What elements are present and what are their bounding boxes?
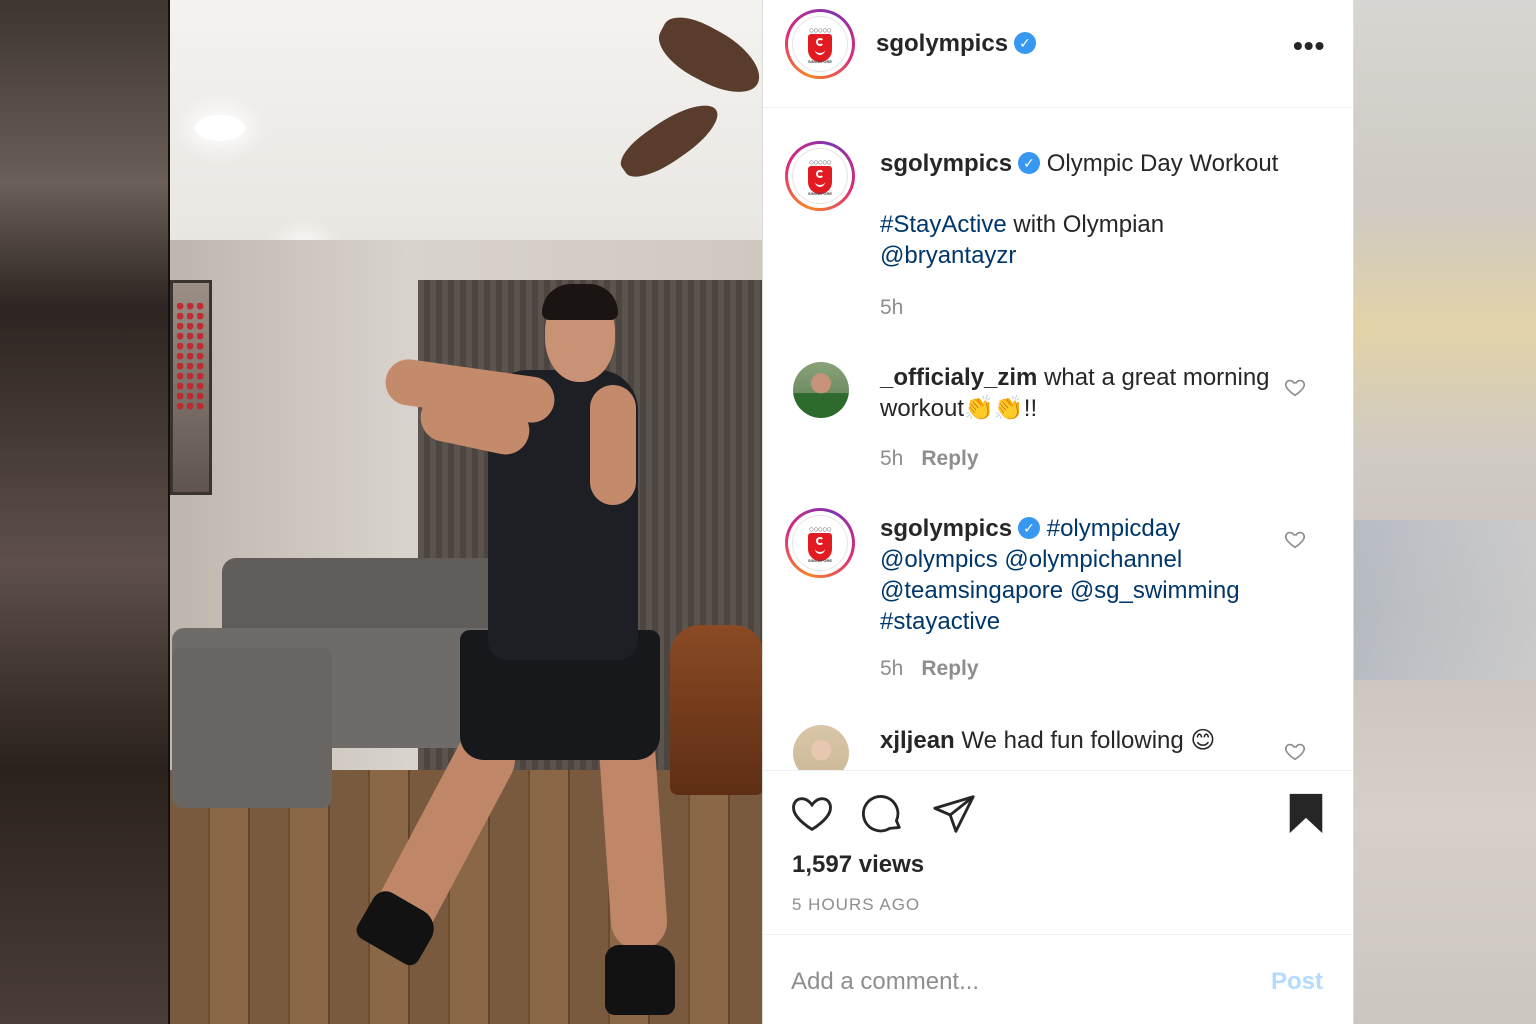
header-username-text[interactable]: sgolympics	[876, 30, 1008, 57]
mention-link[interactable]: @olympics	[880, 546, 998, 573]
mention-link[interactable]: @teamsingapore	[880, 577, 1063, 604]
mention-link[interactable]: @sg_swimming	[1070, 577, 1240, 604]
person-hair	[542, 284, 618, 320]
verified-badge-icon: ✓	[1014, 31, 1037, 54]
commenter-username[interactable]: xjljean	[880, 727, 955, 754]
shield-icon	[808, 166, 832, 194]
reply-button[interactable]: Reply	[921, 657, 978, 680]
share-paper-plane-icon[interactable]	[931, 791, 977, 837]
view-count[interactable]: 1,597 views	[792, 851, 924, 879]
shield-icon	[808, 34, 832, 62]
comments-list[interactable]: ○○○○○ SINGAPORE sgolympics ✓ Olympic Day …	[763, 108, 1353, 770]
reply-button[interactable]: Reply	[921, 447, 978, 470]
blurred-background-left	[0, 0, 170, 1024]
logo-caption: SINGAPORE	[807, 59, 833, 64]
logo-caption: SINGAPORE	[807, 191, 833, 196]
comment-text: sgolympics ✓ #olympicday @olympics @olymp…	[880, 513, 1290, 637]
side-table	[670, 625, 762, 795]
blurred-background-right	[1352, 0, 1536, 1024]
post-actions: 1,597 views 5 HOURS AGO	[763, 770, 1353, 934]
singapore-olympic-logo: ○○○○○ SINGAPORE	[792, 515, 848, 571]
author-avatar[interactable]: ○○○○○ SINGAPORE	[785, 9, 855, 79]
comment-meta: 5h Reply	[880, 447, 979, 471]
comment-bubble-icon[interactable]	[860, 791, 906, 837]
post-video[interactable]	[168, 0, 762, 1024]
wall-painting	[170, 280, 212, 495]
mention-link[interactable]: @olympichannel	[1004, 546, 1182, 573]
comment-timestamp[interactable]: 5h	[880, 447, 903, 470]
post-timestamp[interactable]: 5 HOURS AGO	[792, 895, 920, 915]
commenter-username[interactable]: _officialy_zim	[880, 364, 1037, 391]
caption-title: Olympic Day Workout	[1046, 150, 1279, 177]
comment-text: _officialy_zim what a great morning work…	[880, 362, 1290, 424]
more-options-icon[interactable]: •••	[1293, 30, 1325, 62]
person-arm	[590, 385, 636, 505]
hashtag-link[interactable]: #olympicday	[1047, 515, 1180, 542]
shield-icon	[808, 533, 832, 561]
add-comment-bar: Post	[763, 934, 1353, 1024]
post-comment-button[interactable]: Post	[1271, 968, 1323, 996]
caption-body: with Olympian	[1006, 211, 1165, 238]
singapore-olympic-logo: ○○○○○ SINGAPORE	[792, 16, 848, 72]
post-header: ○○○○○ SINGAPORE sgolympics ✓ •••	[763, 0, 1353, 108]
singapore-olympic-logo: ○○○○○ SINGAPORE	[792, 148, 848, 204]
commenter-avatar[interactable]	[793, 725, 849, 770]
caption-text: sgolympics ✓ Olympic Day Workout #StayAct…	[880, 148, 1310, 271]
post-sidebar: ○○○○○ SINGAPORE sgolympics ✓ ••• ○○○○○ SI…	[762, 0, 1354, 1024]
comment-text: xjljean We had fun following 😊	[880, 725, 1290, 756]
comment-body: We had fun following 😊	[954, 727, 1216, 754]
caption-username[interactable]: sgolympics	[880, 150, 1012, 177]
comment-timestamp[interactable]: 5h	[880, 657, 903, 680]
like-comment-icon[interactable]	[1284, 376, 1306, 398]
commenter-avatar[interactable]: ○○○○○ SINGAPORE	[785, 508, 855, 578]
commenter-avatar[interactable]	[793, 362, 849, 418]
caption-hashtag[interactable]: #StayActive	[880, 211, 1007, 238]
verified-badge-icon: ✓	[1018, 516, 1041, 539]
caption-mention[interactable]: @bryantayzr	[880, 242, 1016, 269]
verified-badge-icon: ✓	[1018, 151, 1041, 174]
like-heart-icon[interactable]	[789, 791, 835, 837]
header-username[interactable]: sgolympics ✓	[876, 30, 1037, 58]
caption-avatar[interactable]: ○○○○○ SINGAPORE	[785, 141, 855, 211]
like-comment-icon[interactable]	[1284, 740, 1306, 762]
comment-input[interactable]	[791, 965, 1231, 999]
comment-meta: 5h Reply	[880, 657, 979, 681]
person-shoe	[605, 945, 675, 1015]
logo-caption: SINGAPORE	[807, 558, 833, 563]
ceiling-light	[195, 115, 245, 141]
hashtag-link[interactable]: #stayactive	[880, 608, 1000, 635]
like-comment-icon[interactable]	[1284, 528, 1306, 550]
save-bookmark-icon[interactable]	[1283, 791, 1329, 837]
commenter-username[interactable]: sgolympics	[880, 515, 1012, 542]
caption-timestamp[interactable]: 5h	[880, 296, 903, 320]
